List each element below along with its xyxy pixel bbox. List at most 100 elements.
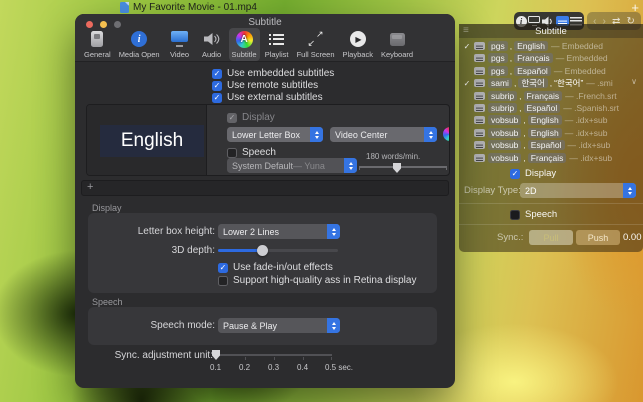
panel-divider (459, 224, 643, 225)
toolbar-item-full-screen[interactable]: ↗↙ Full Screen (294, 28, 338, 61)
add-button[interactable]: + (87, 181, 93, 193)
toolbar-item-subtitle[interactable]: A Subtitle (229, 28, 260, 61)
preferences-window: Subtitle General i Media Open Video (75, 14, 455, 388)
track-separator: , (510, 53, 512, 63)
preview-speech-row: Speech (227, 147, 276, 158)
playlist-tab-icon (269, 34, 284, 45)
speech-rate-slider[interactable] (359, 166, 447, 168)
subtitle-badge-icon (474, 116, 485, 124)
track-language-tag: 한국어 (518, 78, 547, 88)
depth-slider-thumb[interactable] (257, 245, 268, 256)
track-row[interactable]: pgs , Español — Embedded (463, 65, 639, 77)
toolbar-item-media-open[interactable]: i Media Open (116, 28, 163, 61)
toolbar-item-playlist[interactable]: Playlist (262, 28, 292, 61)
embedded-subtitles-row: ✓ Use embedded subtitles (212, 68, 334, 79)
preview-display-checkbox[interactable]: ✓ (227, 113, 237, 123)
panel-speech-row: Speech (510, 209, 557, 220)
use-external-subtitles-checkbox[interactable]: ✓ (212, 93, 222, 103)
external-subtitles-row: ✓ Use external subtitles (212, 92, 323, 103)
sync-pull-button[interactable]: Pull (529, 230, 573, 245)
display-section-box: Letter box height: Lower 2 Lines 3D dept… (88, 213, 437, 293)
toolbar-item-general[interactable]: General (81, 28, 114, 61)
display-type-label: Display Type: (464, 185, 521, 196)
position-popup[interactable]: Lower Letter Box (227, 127, 323, 142)
speech-rate-slider-thumb[interactable] (393, 163, 401, 173)
color-wheel-icon[interactable] (443, 127, 450, 141)
use-remote-subtitles-checkbox[interactable]: ✓ (212, 81, 222, 91)
track-source: — .idx+sub (569, 153, 612, 163)
preferences-toolbar: General i Media Open Video (81, 28, 416, 61)
track-row[interactable]: vobsub , English — .idx+sub (463, 114, 639, 126)
add-style-row: + (81, 180, 449, 196)
fade-effects-checkbox[interactable]: ✓ (218, 263, 228, 273)
remote-subtitles-row: ✓ Use remote subtitles (212, 80, 318, 91)
display-section-title: Display (92, 203, 122, 213)
player-window-title: My Favorite Movie - 01.mp4 (133, 2, 257, 13)
track-language-tag: Français (514, 53, 553, 63)
toolbar-item-keyboard[interactable]: Keyboard (378, 28, 416, 61)
speech-label: Speech (525, 209, 557, 220)
popup-stepper-icon (310, 127, 323, 142)
subtitle-badge-icon (474, 79, 485, 87)
track-row[interactable]: subrip , Français — .French.srt (463, 90, 639, 102)
panel-title: Subtitle (535, 26, 567, 37)
track-row[interactable]: vobsub , Español — .idx+sub (463, 139, 639, 151)
letterbox-height-popup[interactable]: Lower 2 Lines (218, 224, 340, 239)
tick-label: 0.5 sec. (325, 363, 353, 372)
tick-label: 0.3 (268, 363, 279, 372)
track-format-tag: pgs (488, 53, 508, 63)
media-open-icon: i (131, 31, 147, 47)
preferences-titlebar: Subtitle General i Media Open Video (75, 14, 455, 62)
panel-display-row: ✓ Display (510, 168, 556, 179)
track-row[interactable]: ✓ sami , 한국어 , “한국어” — .smi ∨ (463, 77, 639, 89)
popup-stepper-icon (327, 224, 340, 239)
sync-push-button[interactable]: Push (576, 230, 620, 245)
voice-name: System Default (232, 161, 293, 171)
track-language-quoted: “한국어” (554, 77, 583, 89)
subtitle-badge-icon (474, 92, 485, 100)
sync-adjustment-slider[interactable] (216, 354, 332, 356)
toolbar-item-audio[interactable]: Audio (197, 28, 227, 61)
display-type-popup[interactable]: 2D (520, 183, 636, 198)
alignment-value: Video Center (335, 130, 387, 140)
subtitle-overlay-panel: ≡ Subtitle ✓ pgs , English — Embedded pg… (459, 24, 643, 252)
track-separator: , (523, 115, 525, 125)
retina-ass-checkbox[interactable] (218, 276, 228, 286)
track-separator: , (510, 41, 512, 51)
voice-popup[interactable]: System Default — Yuna (227, 158, 357, 173)
video-icon (171, 31, 188, 47)
popup-stepper-icon (344, 158, 357, 173)
sync-value: 0.00 (623, 232, 642, 243)
popup-stepper-icon (424, 127, 437, 142)
track-row[interactable]: subrip , Español — .Spanish.srt (463, 102, 639, 114)
subtitle-badge-icon (474, 42, 485, 50)
speech-checkbox[interactable] (510, 210, 520, 220)
track-row[interactable]: vobsub , English — .idx+sub (463, 127, 639, 139)
menu-icon[interactable]: ≡ (463, 25, 469, 36)
track-row[interactable]: pgs , Français — Embedded (463, 52, 639, 64)
use-embedded-subtitles-checkbox[interactable]: ✓ (212, 69, 222, 79)
track-row[interactable]: vobsub , Français — .idx+sub (463, 152, 639, 164)
speech-mode-popup[interactable]: Pause & Play (218, 318, 340, 333)
track-source: — .idx+sub (565, 128, 608, 138)
panel-header: ≡ Subtitle (459, 24, 643, 38)
track-language-tag: Español (524, 103, 561, 113)
sync-adjustment-slider-thumb[interactable] (212, 350, 220, 360)
desktop-video-background: My Favorite Movie - 01.mp4 + i ‹ › ⇄ ↻ ≡… (0, 0, 643, 402)
toolbar-item-playback[interactable]: ▶ Playback (340, 28, 376, 61)
toolbar-item-video[interactable]: Video (165, 28, 195, 61)
track-format-tag: subrip (488, 91, 517, 101)
player-titlebar: My Favorite Movie - 01.mp4 (120, 1, 257, 14)
speech-section-title: Speech (92, 297, 123, 307)
track-row[interactable]: ✓ pgs , English — Embedded (463, 40, 639, 52)
alignment-popup[interactable]: Video Center (330, 127, 437, 142)
chevron-down-icon[interactable]: ∨ (631, 77, 637, 86)
sync-adjustment-label: Sync. adjustment unit: (90, 350, 213, 361)
subtitle-badge-icon (474, 54, 485, 62)
full-screen-icon: ↗↙ (308, 31, 324, 47)
track-format-tag: vobsub (488, 115, 521, 125)
subtitle-preview-pane: English (87, 105, 207, 176)
display-checkbox[interactable]: ✓ (510, 169, 520, 179)
preview-speech-checkbox[interactable] (227, 148, 237, 158)
track-source: — Embedded (551, 41, 603, 51)
